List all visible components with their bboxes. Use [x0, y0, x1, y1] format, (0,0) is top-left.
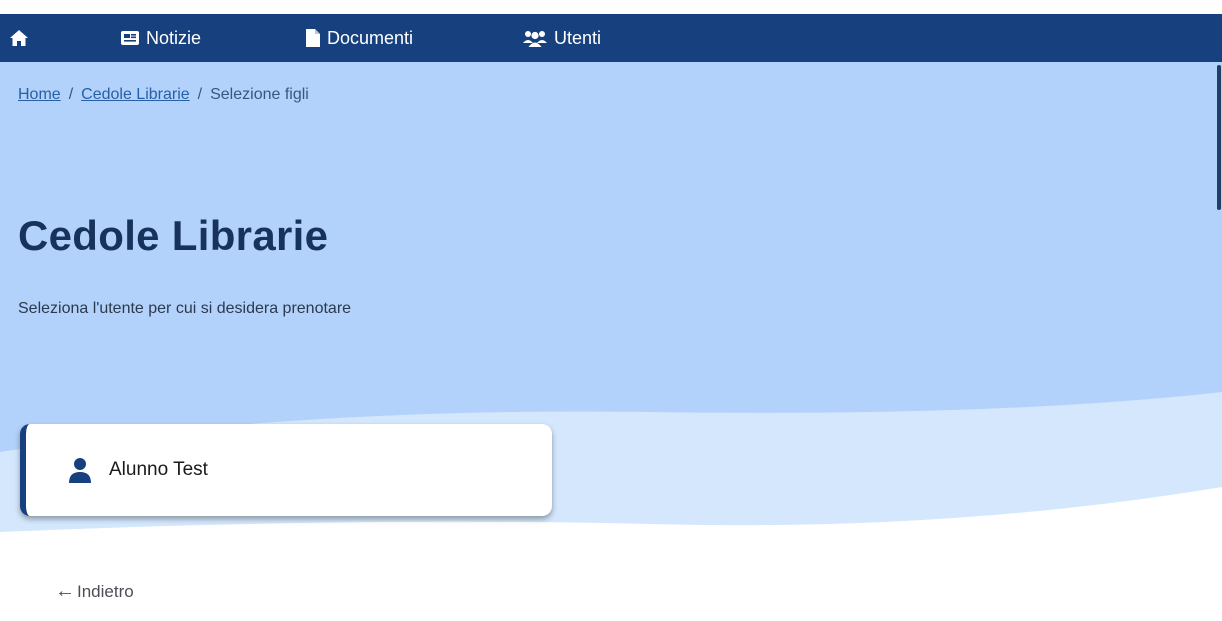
newspaper-icon — [120, 30, 140, 46]
breadcrumb-current: Selezione figli — [210, 86, 309, 103]
page-title: Cedole Librarie — [18, 212, 329, 259]
users-icon — [522, 29, 548, 47]
back-link-label: Indietro — [77, 581, 134, 601]
user-name: Alunno Test — [109, 459, 208, 480]
breadcrumb: Home / Cedole Librarie / Selezione figli — [18, 86, 309, 104]
arrow-left-icon: ← — [55, 580, 75, 602]
user-card[interactable]: Alunno Test — [20, 424, 552, 516]
nav-item-documenti[interactable]: Documenti — [305, 14, 413, 62]
user-icon — [69, 457, 91, 483]
top-strip — [0, 0, 1222, 14]
nav-home[interactable] — [9, 14, 35, 62]
nav-item-notizie[interactable]: Notizie — [120, 14, 201, 62]
home-icon — [9, 29, 29, 47]
page-subtitle: Seleziona l'utente per cui si desidera p… — [18, 300, 352, 317]
back-link[interactable]: ← Indietro — [55, 580, 134, 603]
nav-item-documenti-label: Documenti — [327, 27, 414, 48]
nav-item-utenti-label: Utenti — [554, 27, 602, 48]
scrollbar-thumb[interactable] — [1217, 65, 1221, 210]
nav-item-utenti[interactable]: Utenti — [522, 14, 601, 62]
breadcrumb-home-link[interactable]: Home — [18, 86, 61, 104]
document-icon — [305, 28, 321, 48]
hero-wave — [0, 392, 1222, 621]
breadcrumb-section-link[interactable]: Cedole Librarie — [81, 86, 190, 104]
breadcrumb-separator: / — [197, 86, 203, 103]
breadcrumb-separator: / — [68, 86, 74, 103]
nav-item-notizie-label: Notizie — [146, 27, 202, 48]
